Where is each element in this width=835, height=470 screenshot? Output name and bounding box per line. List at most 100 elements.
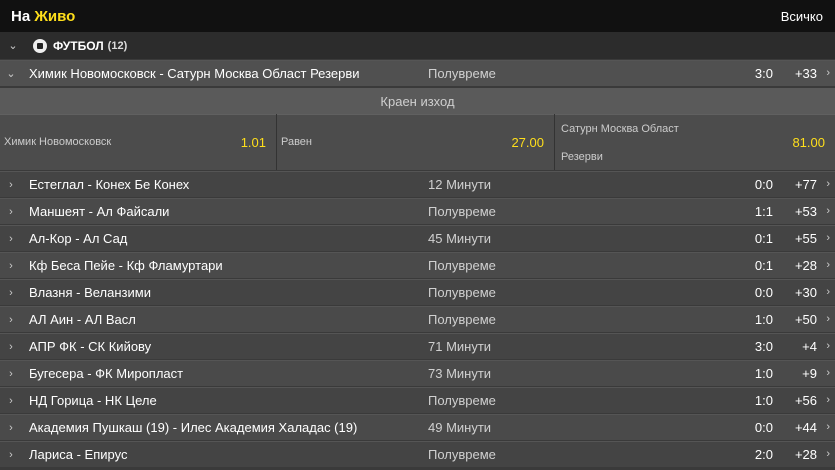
match-row[interactable]: › Влазня - Веланзими Полувреме 0:0 +30 › — [0, 279, 835, 305]
chevron-right-icon[interactable]: › — [4, 314, 18, 326]
odds-away[interactable]: Сатурн Москва Област Резерви 81.00 — [555, 114, 835, 170]
home-label: Химик Новомосковск — [4, 136, 112, 148]
match-name[interactable]: Лариса - Епирус — [29, 447, 127, 462]
away-price[interactable]: 81.00 — [792, 135, 825, 150]
match-time: 71 Минути — [428, 339, 492, 354]
match-name[interactable]: Маншеят - Ал Файсали — [29, 204, 169, 219]
match-score: 3:0 — [754, 66, 773, 81]
chevron-down-icon[interactable]: ⌄ — [4, 67, 18, 80]
chevron-right-icon[interactable]: › — [826, 67, 830, 79]
soccer-ball-icon — [33, 38, 47, 53]
match-row[interactable]: › Естеглал - Конех Бе Конех 12 Минути 0:0 +7… — [0, 171, 835, 197]
chevron-right-icon[interactable]: › — [4, 449, 18, 461]
market-title: Краен изход — [0, 88, 835, 114]
more-markets[interactable]: +33 — [795, 66, 817, 81]
match-score: 0:0 — [754, 177, 773, 192]
all-link[interactable]: Всичко — [781, 9, 835, 24]
match-row[interactable]: › Ал-Кор - Ал Сад 45 Минути 0:1 +55 › — [0, 225, 835, 251]
chevron-right-icon[interactable]: › — [826, 421, 830, 433]
chevron-right-icon[interactable]: › — [4, 206, 18, 218]
match-score: 1:0 — [754, 366, 773, 381]
live-title: На Живо — [0, 8, 75, 25]
match-score: 1:0 — [754, 393, 773, 408]
more-markets[interactable]: +56 — [795, 393, 817, 408]
match-row[interactable]: › Бугесера - ФК Миропласт 73 Минути 1:0 +9 › — [0, 360, 835, 386]
match-time: Полувреме — [428, 447, 496, 462]
match-score: 0:1 — [754, 231, 773, 246]
chevron-right-icon[interactable]: › — [826, 367, 830, 379]
title-accent: Живо — [34, 7, 76, 25]
live-header: На Живо Всичко — [0, 0, 835, 32]
chevron-right-icon[interactable]: › — [4, 368, 18, 380]
sport-section-header[interactable]: ⌄ ФУТБОЛ (12) — [0, 32, 835, 59]
chevron-right-icon[interactable]: › — [4, 341, 18, 353]
match-time: 12 Минути — [428, 177, 492, 192]
match-name[interactable]: АПР ФК - СК Кийову — [29, 339, 151, 354]
expanded-match-row[interactable]: ⌄ Химик Новомосковск - Сатурн Москва Обл… — [0, 60, 835, 86]
match-row[interactable]: › Маншеят - Ал Файсали Полувреме 1:1 +53 › — [0, 198, 835, 224]
chevron-right-icon[interactable]: › — [826, 259, 830, 271]
chevron-down-icon[interactable]: ⌄ — [6, 39, 20, 52]
chevron-right-icon[interactable]: › — [826, 232, 830, 244]
more-markets[interactable]: +44 — [795, 420, 817, 435]
sport-count: (12) — [107, 39, 128, 52]
match-score: 2:0 — [754, 447, 773, 462]
match-time: Полувреме — [428, 393, 496, 408]
more-markets[interactable]: +9 — [802, 366, 817, 381]
title-prefix: На — [11, 7, 31, 25]
match-time: Полувреме — [428, 285, 496, 300]
draw-label: Равен — [281, 136, 313, 148]
draw-price[interactable]: 27.00 — [511, 135, 544, 150]
match-row[interactable]: › Кф Беса Пейе - Кф Фламуртари Полувреме 0:… — [0, 252, 835, 278]
chevron-right-icon[interactable]: › — [826, 286, 830, 298]
chevron-right-icon[interactable]: › — [4, 395, 18, 407]
match-name[interactable]: Химик Новомосковск - Сатурн Москва Облас… — [29, 66, 360, 81]
match-score: 0:1 — [754, 258, 773, 273]
match-score: 0:0 — [754, 285, 773, 300]
home-price[interactable]: 1.01 — [241, 135, 266, 150]
chevron-right-icon[interactable]: › — [4, 287, 18, 299]
chevron-right-icon[interactable]: › — [4, 179, 18, 191]
match-row[interactable]: › Академия Пушкаш (19) - Илес Академия Ха… — [0, 414, 835, 440]
chevron-right-icon[interactable]: › — [826, 313, 830, 325]
match-score: 1:0 — [754, 312, 773, 327]
chevron-right-icon[interactable]: › — [826, 394, 830, 406]
chevron-right-icon[interactable]: › — [4, 233, 18, 245]
more-markets[interactable]: +50 — [795, 312, 817, 327]
odds-home[interactable]: Химик Новомосковск 1.01 — [0, 114, 276, 170]
more-markets[interactable]: +55 — [795, 231, 817, 246]
match-time: 49 Минути — [428, 420, 492, 435]
match-time: Полувреме — [428, 312, 496, 327]
match-name[interactable]: Естеглал - Конех Бе Конех — [29, 177, 189, 192]
more-markets[interactable]: +28 — [795, 258, 817, 273]
more-markets[interactable]: +4 — [802, 339, 817, 354]
match-time: Полувреме — [428, 258, 496, 273]
match-name[interactable]: Влазня - Веланзими — [29, 285, 151, 300]
sport-name: ФУТБОЛ — [53, 38, 104, 53]
chevron-right-icon[interactable]: › — [826, 448, 830, 460]
more-markets[interactable]: +53 — [795, 204, 817, 219]
chevron-right-icon[interactable]: › — [826, 205, 830, 217]
chevron-right-icon[interactable]: › — [4, 260, 18, 272]
chevron-right-icon[interactable]: › — [826, 178, 830, 190]
match-name[interactable]: АЛ Аин - АЛ Васл — [29, 312, 136, 327]
away-label-line2: Резерви — [561, 151, 603, 163]
chevron-right-icon[interactable]: › — [4, 422, 18, 434]
match-score: 1:1 — [754, 204, 773, 219]
match-row[interactable]: › НД Горица - НК Целе Полувреме 1:0 +56 › — [0, 387, 835, 413]
match-row[interactable]: › АЛ Аин - АЛ Васл Полувреме 1:0 +50 › — [0, 306, 835, 332]
match-name[interactable]: НД Горица - НК Целе — [29, 393, 157, 408]
match-row[interactable]: › Лариса - Епирус Полувреме 2:0 +28 › — [0, 441, 835, 467]
match-name[interactable]: Кф Беса Пейе - Кф Фламуртари — [29, 258, 223, 273]
match-time: 73 Минути — [428, 366, 492, 381]
away-label-line1: Сатурн Москва Област — [561, 123, 679, 135]
more-markets[interactable]: +77 — [795, 177, 817, 192]
match-row[interactable]: › АПР ФК - СК Кийову 71 Минути 3:0 +4 › — [0, 333, 835, 359]
match-name[interactable]: Бугесера - ФК Миропласт — [29, 366, 183, 381]
more-markets[interactable]: +28 — [795, 447, 817, 462]
match-name[interactable]: Академия Пушкаш (19) - Илес Академия Хал… — [29, 420, 357, 435]
match-name[interactable]: Ал-Кор - Ал Сад — [29, 231, 127, 246]
more-markets[interactable]: +30 — [795, 285, 817, 300]
odds-draw[interactable]: Равен 27.00 — [277, 114, 554, 170]
chevron-right-icon[interactable]: › — [826, 340, 830, 352]
